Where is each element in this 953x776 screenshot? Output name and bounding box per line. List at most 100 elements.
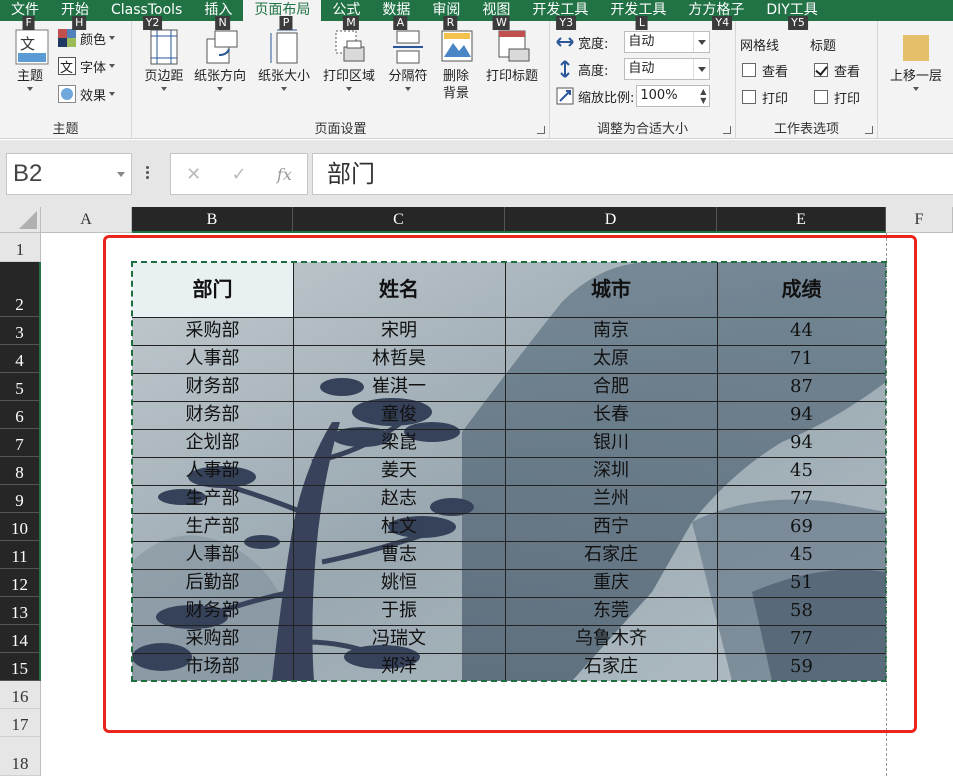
highlight-frame: [103, 235, 917, 733]
dialog-launcher-icon[interactable]: [537, 126, 545, 134]
breaks-label: 分隔符: [388, 69, 428, 84]
row-header-18[interactable]: 18: [0, 737, 41, 776]
margins-label: 页边距: [144, 69, 184, 84]
theme-fonts-button[interactable]: 文 字体: [58, 55, 116, 77]
row-header-14[interactable]: 14: [0, 625, 41, 653]
chevron-down-icon: [693, 59, 709, 79]
gridlines-view-checkbox[interactable]: 查看: [742, 59, 788, 81]
dialog-launcher-icon[interactable]: [723, 126, 731, 134]
width-label: 宽度:: [578, 36, 609, 52]
headings-view-checkbox[interactable]: 查看: [814, 59, 860, 81]
view-label: 查看: [834, 64, 861, 80]
row-header-1[interactable]: 1: [0, 233, 41, 262]
row-header-12[interactable]: 12: [0, 569, 41, 597]
height-select[interactable]: 自动: [624, 58, 711, 80]
height-label: 高度:: [578, 63, 609, 79]
row-header-8[interactable]: 8: [0, 457, 41, 485]
tab-3[interactable]: 插入 N: [193, 0, 243, 30]
themes-button[interactable]: 文 主题: [8, 29, 52, 91]
tab-0[interactable]: 文件 F: [0, 0, 50, 30]
row-header-13[interactable]: 13: [0, 597, 41, 625]
view-label: 查看: [762, 64, 789, 80]
scale-row: 缩放比例: 100% ▲ ▼: [556, 85, 711, 107]
row-header-2[interactable]: 2: [0, 262, 41, 317]
tab-6[interactable]: 数据 A: [371, 0, 421, 30]
bring-forward-icon: [901, 29, 931, 65]
row-header-5[interactable]: 5: [0, 373, 41, 401]
formula-input[interactable]: 部门: [312, 153, 953, 195]
tab-2[interactable]: ClassTools Y2: [100, 0, 193, 30]
theme-effects-button[interactable]: 效果: [58, 83, 116, 105]
theme-colors-button[interactable]: 颜色: [58, 27, 116, 49]
cancel-icon[interactable]: ✕: [186, 164, 201, 185]
formula-content: 部门: [327, 160, 375, 188]
page-setup-group-label: 页面设置: [314, 122, 367, 137]
width-select[interactable]: 自动: [624, 31, 711, 53]
column-header-B[interactable]: B: [132, 207, 293, 233]
size-button[interactable]: 纸张大小: [252, 29, 316, 91]
chevron-down-icon: [109, 92, 116, 96]
spinner-arrows-icon[interactable]: ▲ ▼: [700, 87, 706, 105]
print-titles-icon: [497, 29, 530, 65]
row-header-6[interactable]: 6: [0, 401, 41, 429]
row-header-10[interactable]: 10: [0, 513, 41, 541]
tab-9[interactable]: 开发工具 Y3: [521, 0, 599, 30]
scale-spinner[interactable]: 100% ▲ ▼: [636, 85, 711, 107]
row-header-9[interactable]: 9: [0, 485, 41, 513]
enter-icon[interactable]: ✓: [232, 164, 247, 185]
row-header-7[interactable]: 7: [0, 429, 41, 457]
dialog-launcher-icon[interactable]: [865, 126, 873, 134]
palette-icon: [58, 29, 76, 47]
chevron-down-icon: [693, 32, 709, 52]
bring-forward-button[interactable]: 上移一层: [882, 29, 950, 91]
margins-button[interactable]: 页边距: [136, 29, 192, 91]
tab-10[interactable]: 开发工具 L: [599, 0, 677, 30]
row-header-17[interactable]: 17: [0, 709, 41, 737]
checkbox-icon: [742, 63, 756, 77]
keytip-badge: Y4: [712, 16, 733, 30]
select-all-button[interactable]: [0, 207, 41, 233]
worksheet-grid[interactable]: ABCDEF 1 2 3 4 5 6 7 8 9 10 11 12 13 14 15 16 17 18: [0, 207, 953, 776]
column-header-A[interactable]: A: [41, 207, 132, 233]
tab-12[interactable]: DIY工具 Y5: [755, 0, 828, 30]
column-header-F[interactable]: F: [886, 207, 953, 233]
tab-1[interactable]: 开始 H: [50, 0, 100, 30]
tab-7[interactable]: 审阅 R: [421, 0, 471, 30]
orientation-button[interactable]: 纸张方向: [188, 29, 252, 91]
delete-bg-label-line2: 背景: [442, 86, 469, 101]
insert-function-icon[interactable]: fx: [277, 165, 292, 184]
gridlines-print-checkbox[interactable]: 打印: [742, 86, 788, 108]
row-header-3[interactable]: 3: [0, 317, 41, 345]
print-area-icon: [334, 29, 365, 65]
svg-text:文: 文: [60, 61, 73, 75]
tab-8[interactable]: 视图 W: [471, 0, 521, 30]
tab-5[interactable]: 公式 M: [321, 0, 371, 30]
colors-label: 颜色: [80, 32, 107, 48]
tab-11[interactable]: 方方格子 Y4: [677, 0, 755, 30]
scale-label: 缩放比例:: [578, 90, 635, 106]
keytip-badge: Y5: [788, 16, 808, 30]
print-area-button[interactable]: 打印区域: [316, 29, 382, 91]
more-options-icon[interactable]: [146, 166, 150, 182]
chevron-down-icon[interactable]: [117, 172, 125, 177]
name-box[interactable]: B2: [6, 153, 132, 195]
print-titles-button[interactable]: 打印标题: [478, 29, 546, 85]
row-header-4[interactable]: 4: [0, 345, 41, 373]
effects-icon: [58, 85, 76, 103]
keytip-badge: M: [343, 16, 359, 30]
column-header-C[interactable]: C: [293, 207, 505, 233]
background-image-icon: [441, 29, 473, 65]
delete-background-button[interactable]: 删除 背景: [434, 29, 478, 102]
breaks-button[interactable]: 分隔符: [382, 29, 434, 91]
tab-4[interactable]: 页面布局 P: [243, 0, 322, 30]
fonts-label: 字体: [80, 60, 107, 76]
column-header-D[interactable]: D: [505, 207, 717, 233]
chevron-down-icon: [281, 87, 287, 91]
column-header-E[interactable]: E: [717, 207, 886, 233]
headings-print-checkbox[interactable]: 打印: [814, 86, 860, 108]
row-header-15[interactable]: 15: [0, 653, 41, 681]
row-header-11[interactable]: 11: [0, 541, 41, 569]
row-header-16[interactable]: 16: [0, 681, 41, 709]
gridlines-heading: 网格线: [740, 38, 780, 54]
height-icon: [556, 60, 574, 78]
